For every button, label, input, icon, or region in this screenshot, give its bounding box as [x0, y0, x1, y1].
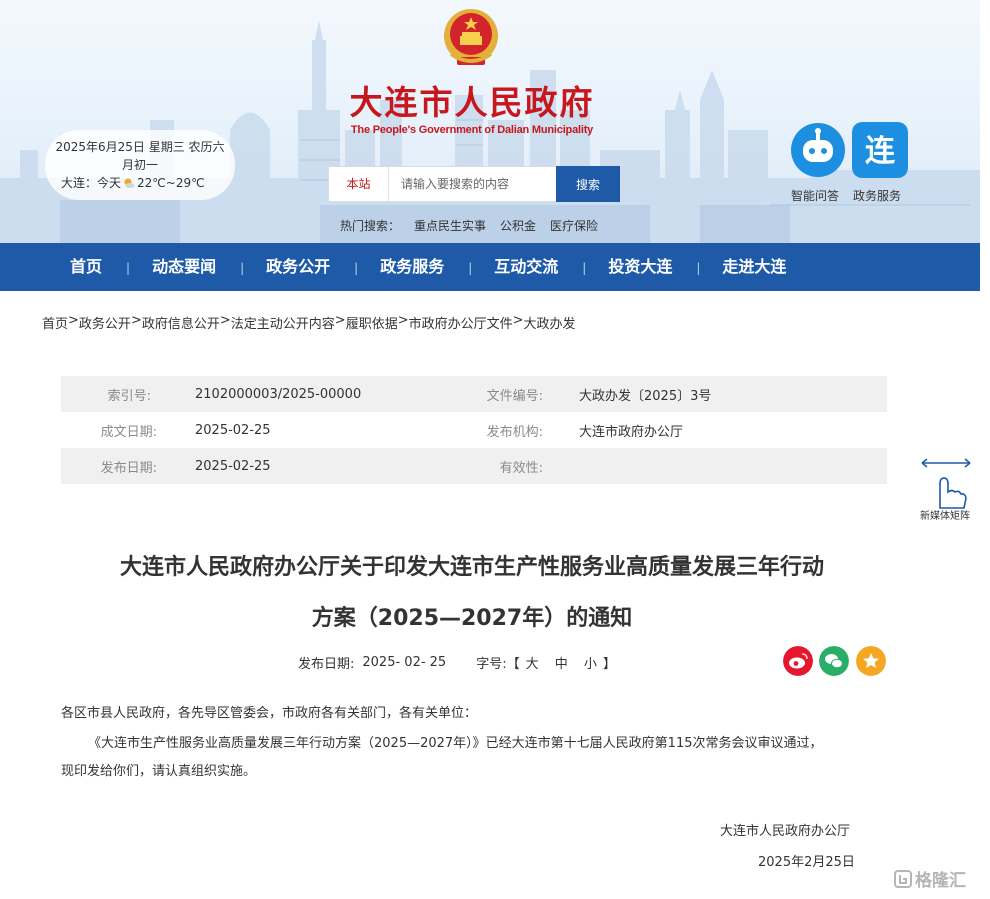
hot-search-link[interactable]: 重点民生实事 — [414, 217, 486, 234]
national-emblem-icon — [444, 9, 498, 65]
sun-cloud-icon — [124, 178, 135, 188]
nav-separator: | — [582, 261, 587, 275]
watermark-text: 格隆汇 — [915, 871, 966, 891]
font-size-small-button[interactable]: 小 — [584, 657, 597, 672]
meta-row: 发布日期: 2025-02-25 有效性: — [61, 448, 887, 484]
nav-item-open-gov[interactable]: 政务公开 — [266, 243, 330, 291]
meta-value-written-date: 2025-02-25 — [195, 422, 271, 438]
nav-separator: | — [354, 261, 359, 275]
meta-label: 发布机构: — [486, 424, 543, 440]
search-input[interactable] — [389, 167, 556, 201]
breadcrumb-link[interactable]: 政务公开 — [79, 313, 131, 332]
document-meta-table: 索引号: 2102000003/2025-00000 文件编号: 大政办发〔20… — [61, 376, 887, 484]
breadcrumb: 首页 > 政务公开 > 政府信息公开 > 法定主动公开内容 > 履职依据 > 市政府办公厅… — [42, 313, 576, 332]
breadcrumb-link[interactable]: 市政府办公厅文件 — [409, 313, 513, 332]
font-size-label: 字号:【 — [476, 657, 520, 672]
hot-search-link[interactable]: 公积金 — [500, 217, 536, 234]
meta-value-doc-no: 大政办发〔2025〕3号 — [579, 388, 712, 404]
font-size-medium-button[interactable]: 中 — [555, 657, 568, 672]
article-salutation: 各区市县人民政府，各先导区管委会，市政府各有关部门，各有关单位： — [61, 706, 478, 721]
article-title-line1: 大连市人民政府办公厅关于印发大连市生产性服务业高质量发展三年行动 — [119, 555, 824, 580]
hot-search-link[interactable]: 医疗保险 — [550, 217, 598, 234]
breadcrumb-link[interactable]: 政府信息公开 — [142, 313, 220, 332]
meta-label: 文件编号: — [486, 388, 543, 404]
hot-search-label: 热门搜索： — [340, 219, 401, 233]
article-paragraph-line1: 《大连市生产性服务业高质量发展三年行动方案（2025—2027年）》已经大连市第… — [88, 736, 823, 751]
date-weather-box: 2025年6月25日 星期三 农历六 月初一 大连：今天 22℃~29℃ — [45, 130, 235, 200]
search-button[interactable]: 搜索 — [556, 166, 620, 202]
new-media-matrix-label[interactable]: 新媒体矩阵 — [920, 507, 970, 522]
font-size-bracket: 】 — [602, 657, 616, 672]
breadcrumb-separator: > — [68, 313, 79, 328]
meta-row: 成文日期: 2025-02-25 发布机构: 大连市政府办公厅 — [61, 412, 887, 448]
meta-value-index: 2102000003/2025-00000 — [195, 386, 362, 402]
hot-search: 热门搜索： 重点民生实事 公积金 医疗保险 — [340, 217, 598, 234]
meta-value-issuer: 大连市政府办公厅 — [579, 424, 684, 440]
weather-prefix: 大连：今天 — [61, 176, 122, 190]
quick-link-qa-label[interactable]: 智能问答 — [791, 187, 839, 204]
search-scope-select[interactable]: 本站 — [329, 167, 389, 201]
watermark-logo-icon — [894, 869, 912, 888]
meta-label: 索引号: — [107, 388, 151, 404]
breadcrumb-separator: > — [512, 313, 524, 328]
date-line: 2025年6月25日 星期三 农历六 — [55, 140, 225, 154]
font-size-control: 大 中 小 — [520, 653, 603, 672]
article-meta: 发布日期: 2025- 02- 25 字号:【 大 中 小 】 — [298, 653, 616, 672]
signature-date: 2025年2月25日 — [758, 855, 855, 870]
meta-label: 成文日期: — [100, 424, 157, 440]
nav-item-about-dalian[interactable]: 走进大连 — [722, 243, 786, 291]
nav-separator: | — [468, 261, 473, 275]
lunar-date-line: 月初一 — [121, 158, 158, 172]
signature-org: 大连市人民政府办公厅 — [720, 824, 851, 839]
breadcrumb-separator: > — [219, 313, 231, 328]
weather-temp: 22℃~29℃ — [137, 176, 205, 190]
site-header: 大连市人民政府 The People's Government of Dalia… — [0, 0, 980, 243]
quick-link-service-label[interactable]: 政务服务 — [853, 187, 901, 204]
publish-date-label: 发布日期: — [298, 657, 355, 672]
nav-separator: | — [240, 261, 245, 275]
meta-row: 索引号: 2102000003/2025-00000 文件编号: 大政办发〔20… — [61, 376, 887, 412]
breadcrumb-separator: > — [130, 313, 142, 328]
nav-item-home[interactable]: 首页 — [70, 243, 102, 291]
publish-date-value: 2025- 02- 25 — [362, 655, 447, 670]
government-service-icon[interactable]: 连 — [852, 122, 908, 178]
weibo-share-icon[interactable] — [783, 646, 813, 676]
favorite-star-icon[interactable] — [856, 646, 886, 676]
breadcrumb-separator: > — [397, 313, 409, 328]
weather-line: 大连：今天 22℃~29℃ — [55, 174, 225, 192]
watermark: 格隆汇 — [894, 866, 966, 891]
meta-label: 发布日期: — [100, 460, 157, 476]
nav-item-invest[interactable]: 投资大连 — [608, 243, 672, 291]
robot-assistant-icon[interactable] — [790, 122, 846, 178]
site-title[interactable]: 大连市人民政府 — [0, 76, 944, 124]
nav-item-interaction[interactable]: 互动交流 — [494, 243, 558, 291]
breadcrumb-link[interactable]: 大政办发 — [524, 313, 576, 332]
article-title-line2: 方案（2025—2027年）的通知 — [311, 606, 633, 631]
main-nav: 首页 | 动态要闻 | 政务公开 | 政务服务 | 互动交流 | 投资大连 | … — [0, 243, 980, 291]
nav-item-news[interactable]: 动态要闻 — [152, 243, 216, 291]
meta-value-publish-date: 2025-02-25 — [195, 458, 271, 474]
wechat-share-icon[interactable] — [819, 646, 849, 676]
service-glyph: 连 — [865, 134, 896, 169]
nav-separator: | — [126, 261, 131, 275]
nav-item-gov-service[interactable]: 政务服务 — [380, 243, 444, 291]
breadcrumb-separator: > — [334, 313, 346, 328]
breadcrumb-link[interactable]: 法定主动公开内容 — [231, 313, 335, 332]
breadcrumb-link[interactable]: 履职依据 — [346, 313, 398, 332]
site-search: 本站 搜索 — [328, 166, 620, 202]
meta-label: 有效性: — [499, 460, 543, 476]
article-paragraph-line2: 现印发给你们，请认真组织实施。 — [61, 764, 257, 779]
breadcrumb-link[interactable]: 首页 — [42, 313, 68, 332]
nav-separator: | — [696, 261, 701, 275]
font-size-large-button[interactable]: 大 — [526, 657, 539, 672]
